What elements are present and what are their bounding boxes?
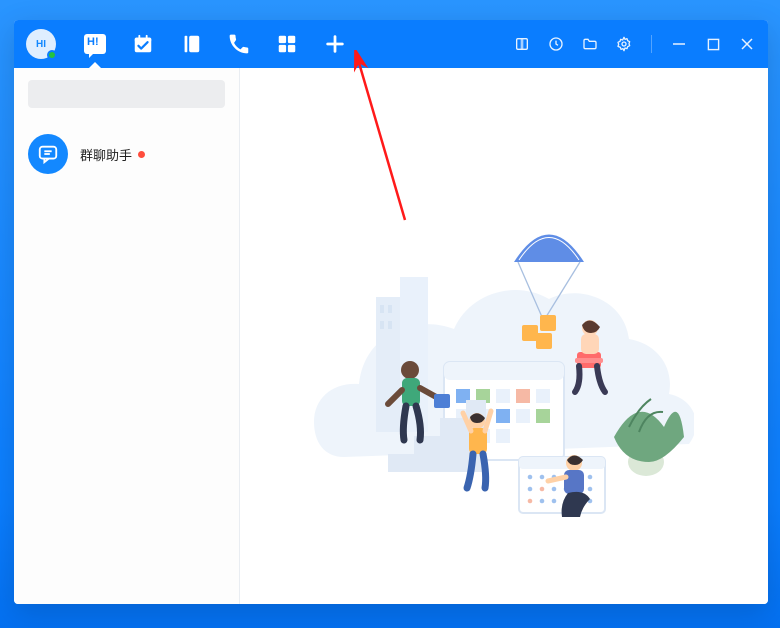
window-body: 群聊助手 (14, 68, 768, 604)
minimize-icon (672, 37, 686, 51)
system-controls (513, 35, 756, 53)
nav-add[interactable] (324, 33, 346, 55)
minimize-button[interactable] (670, 35, 688, 53)
gear-icon (616, 36, 632, 52)
settings-button[interactable] (615, 35, 633, 53)
active-tab-indicator (89, 56, 101, 68)
close-icon (740, 37, 754, 51)
app-window: HI H! (14, 20, 768, 604)
title-bar: HI H! (14, 20, 768, 68)
conversation-avatar (28, 134, 68, 174)
profile-avatar[interactable]: HI (26, 29, 56, 59)
screenshot-button[interactable] (513, 35, 531, 53)
clock-icon (548, 36, 564, 52)
nav-contacts[interactable] (180, 33, 202, 55)
main-content (240, 68, 768, 604)
phone-icon (228, 33, 250, 55)
conversation-name: 群聊助手 (80, 145, 132, 164)
unread-indicator (138, 151, 145, 158)
avatar-label: HI (36, 39, 46, 50)
nav-phone[interactable] (228, 33, 250, 55)
plus-icon (324, 33, 346, 55)
maximize-button[interactable] (704, 35, 722, 53)
screenshot-icon (514, 36, 530, 52)
files-button[interactable] (581, 35, 599, 53)
apps-grid-icon (276, 33, 298, 55)
nav-calendar[interactable] (132, 33, 154, 55)
chat-icon: H! (84, 34, 106, 54)
search-input[interactable] (46, 87, 222, 102)
calendar-icon (132, 33, 154, 55)
sidebar: 群聊助手 (14, 68, 240, 604)
chat-icon-label: H! (87, 36, 99, 48)
separator (651, 35, 652, 53)
chat-bubble-icon (37, 143, 59, 165)
history-button[interactable] (547, 35, 565, 53)
nav-apps[interactable] (276, 33, 298, 55)
presence-indicator (47, 50, 57, 60)
empty-state-illustration (314, 177, 694, 517)
close-button[interactable] (738, 35, 756, 53)
search-box[interactable] (28, 80, 225, 108)
conversation-list: 群聊助手 (14, 116, 239, 604)
folder-icon (582, 36, 598, 52)
nav-chat[interactable]: H! (84, 33, 106, 55)
main-nav: H! (84, 33, 346, 55)
conversation-item[interactable]: 群聊助手 (14, 126, 239, 182)
maximize-icon (707, 38, 720, 51)
contacts-icon (180, 33, 202, 55)
search-container (14, 68, 239, 116)
